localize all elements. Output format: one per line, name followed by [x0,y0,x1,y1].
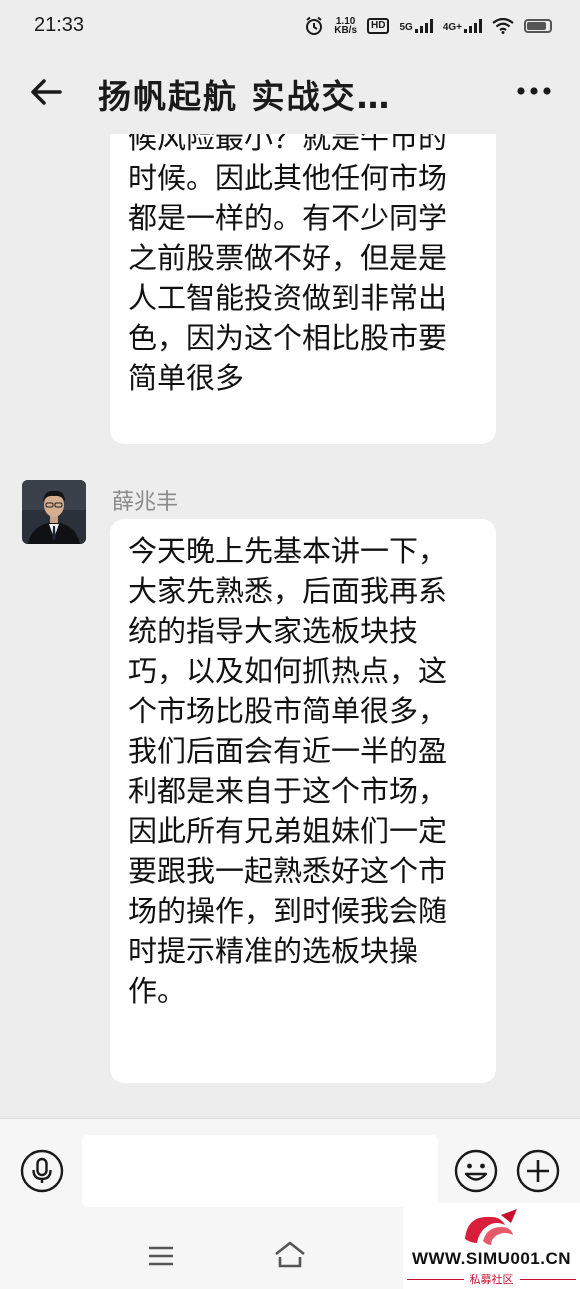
status-time: 21:33 [34,14,85,36]
network-speed: 1.10 KB/s [334,17,358,36]
message-line: 时提示精准的选板块操 [128,934,419,968]
add-attachment-icon[interactable] [516,1149,560,1193]
signal-4g-label: 4G+ [442,22,462,33]
message-line: 时候。因此其他任何市场 [128,161,448,195]
message-line: 作。 [128,974,187,1008]
message-line: 候风险最小？就是牛市的 [128,134,448,155]
alarm-icon [306,16,323,35]
watermark-subtitle-row: 私募社区 [407,1271,576,1287]
avatar-photo [22,480,86,544]
sender-avatar[interactable] [22,480,86,544]
message-bubble[interactable]: 候风险最小？就是牛市的 时候。因此其他任何市场 都是一样的。有不少同学 之前股票… [110,134,496,444]
back-arrow-icon[interactable] [28,74,64,110]
message-line: 今天晚上先基本讲一下， [128,534,448,568]
status-bar: 21:33 1.10 KB/s HD 5G 4G+ [0,0,580,56]
divider [519,1278,576,1280]
message-line: 色，因为这个相比股市要 [128,321,448,355]
status-icons: 1.10 KB/s HD 5G 4G+ [304,16,552,36]
message-line: 要跟我一起熟悉好这个市 [128,854,448,888]
message-line: 巧，以及如何抓热点，这 [128,654,448,688]
signal-bars-icon [464,19,482,33]
message-line: 统的指导大家选板块技 [128,614,419,648]
message-line: 简单很多 [128,361,245,395]
speed-unit: KB/s [334,25,358,36]
message-line: 我们后面会有近一半的盈 [128,734,448,768]
chat-title: 扬帆起航 实战交… [98,77,392,116]
message-line: 之前股票做不好，但是是 [128,241,448,275]
signal-5g: 5G [399,19,433,33]
voice-input-icon[interactable] [20,1149,64,1193]
message-line: 大家先熟悉，后面我再系 [128,574,448,608]
chat-message-list[interactable]: 候风险最小？就是牛市的 时候。因此其他任何市场 都是一样的。有不少同学 之前股票… [0,134,580,1118]
watermark-subtitle: 私募社区 [469,1273,514,1286]
message-line: 人工智能投资做到非常出 [128,281,448,315]
message-bubble[interactable]: 今天晚上先基本讲一下， 大家先熟悉，后面我再系 统的指导大家选板块技 巧，以及如… [110,519,496,1083]
watermark: WWW.SIMU001.CN 私募社区 [403,1203,580,1289]
watermark-logo [465,1209,517,1245]
message-input[interactable] [82,1135,438,1207]
emoji-icon[interactable] [454,1149,498,1193]
message-line: 个市场比股市简单很多， [128,694,448,728]
hd-badge: HD [367,18,390,34]
signal-bars-icon [414,19,433,33]
signal-5g-label: 5G [399,22,413,33]
message-line: 都是一样的。有不少同学 [128,201,448,235]
chat-header: 扬帆起航 实战交… [0,56,580,134]
watermark-url: WWW.SIMU001.CN [411,1249,572,1268]
signal-4g: 4G+ [443,19,482,33]
more-options-icon[interactable] [516,78,552,104]
message-line: 场的操作，到时候我会随 [128,894,448,928]
message-line: 因此所有兄弟姐妹们一定 [128,814,448,848]
message-line: 利都是来自于这个市场， [128,774,448,808]
divider [407,1278,464,1280]
battery-fill [527,22,546,30]
wifi-icon [492,18,514,34]
sender-name: 薛兆丰 [112,490,179,515]
recent-apps-icon[interactable] [148,1244,174,1268]
battery-icon [524,19,552,33]
home-icon[interactable] [274,1240,306,1268]
